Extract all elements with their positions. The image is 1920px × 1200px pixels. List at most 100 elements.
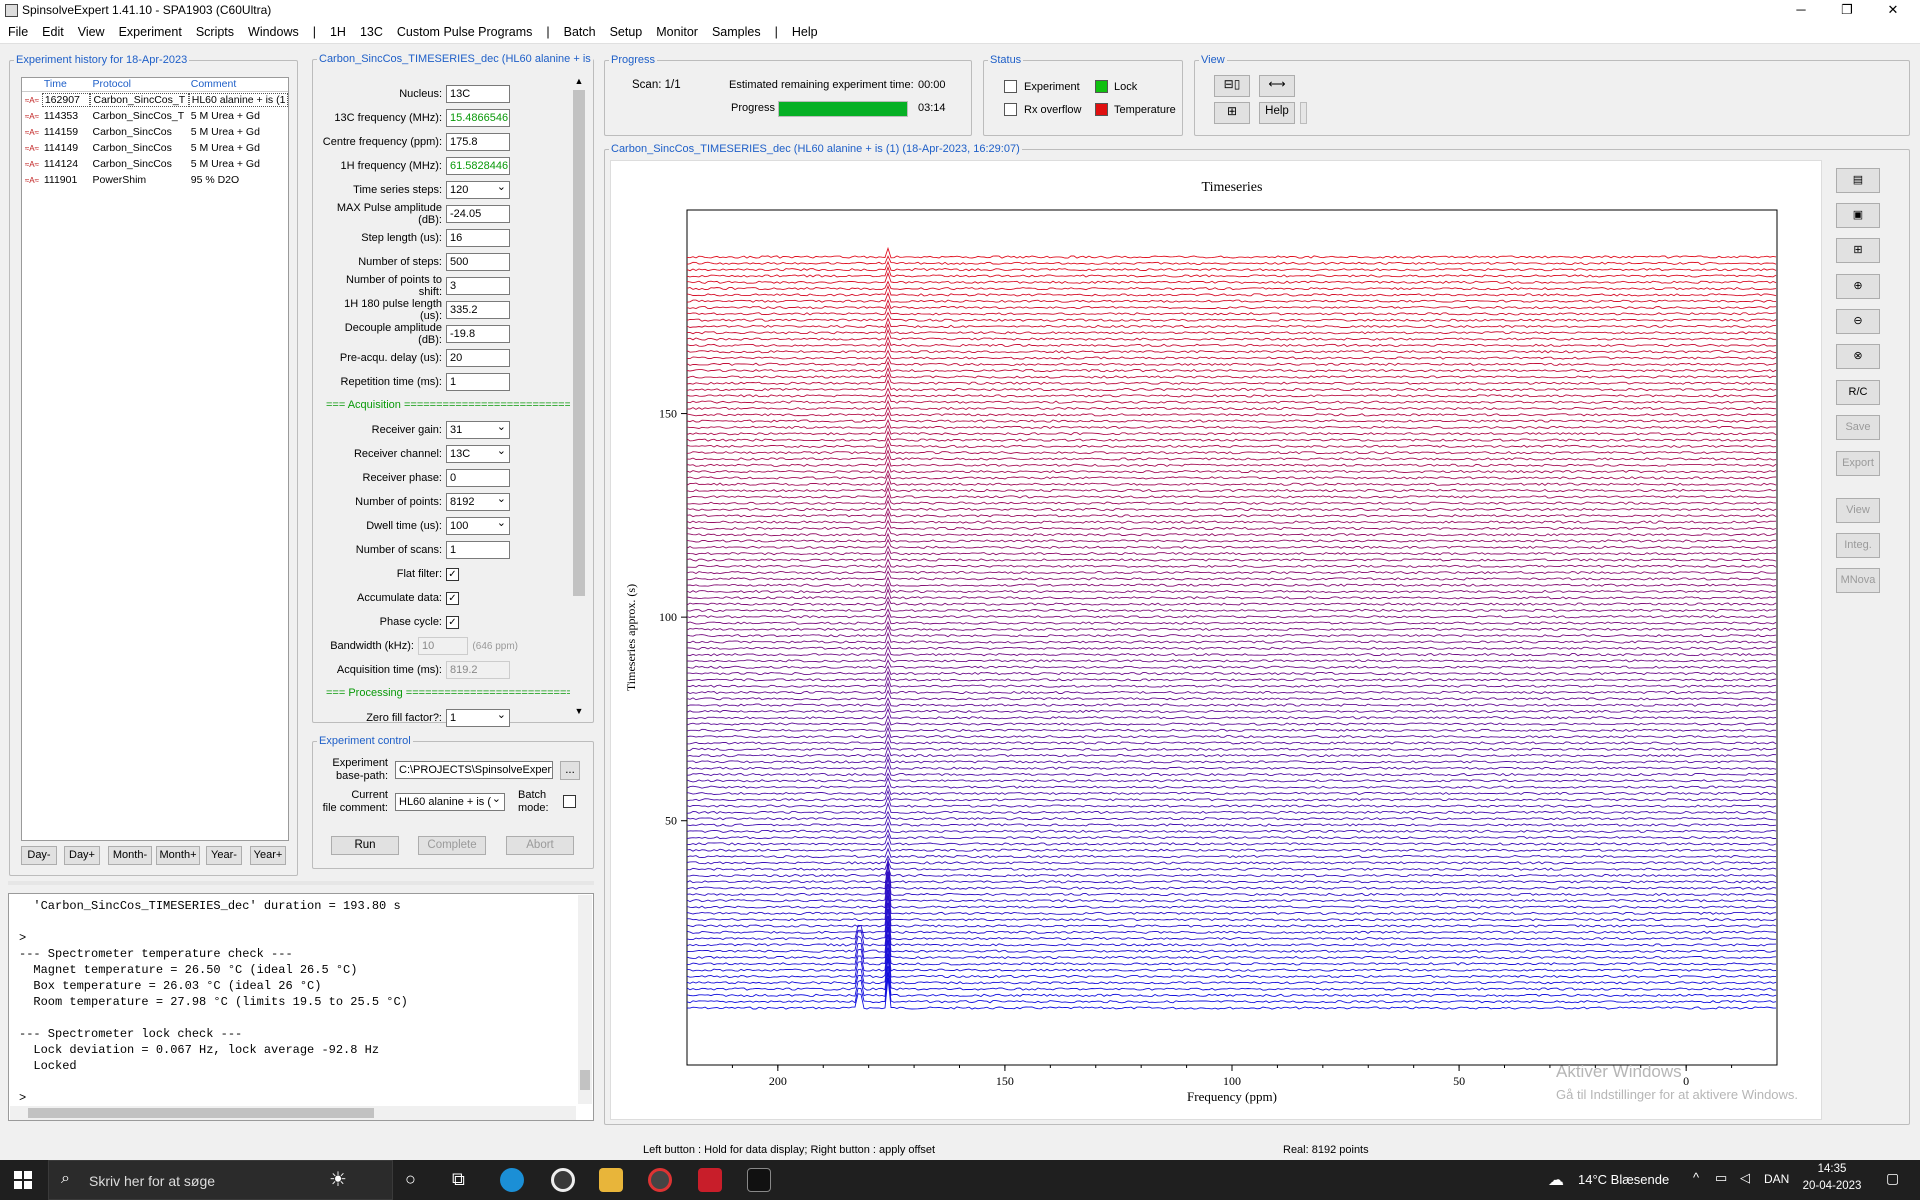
zoom-in-icon[interactable]: ⊕ (1836, 274, 1880, 299)
basepath-input[interactable]: C:\PROJECTS\SpinsolveExpert (395, 761, 553, 779)
history-row[interactable]: ≈A≈ 114159 Carbon_SincCos 5 M Urea + Gd (22, 124, 288, 140)
menu-monitor[interactable]: Monitor (656, 25, 698, 39)
param-input[interactable]: 13C (446, 85, 510, 103)
frame-icon[interactable]: ▣ (1836, 203, 1880, 228)
param-select[interactable]: 120 (446, 179, 510, 199)
param-input[interactable]: -19.8 (446, 325, 510, 343)
year-minus-button[interactable]: Year- (206, 846, 242, 865)
language-indicator[interactable]: DAN (1764, 1172, 1789, 1186)
menu-1h[interactable]: 1H (330, 25, 346, 39)
network-icon[interactable]: ▭ (1715, 1170, 1727, 1186)
console-vscroll-thumb[interactable] (580, 1070, 590, 1090)
param-select[interactable]: 8192 (446, 491, 510, 511)
scroll-down-icon[interactable]: ▼ (572, 706, 586, 718)
param-input[interactable]: 20 (446, 349, 510, 367)
expand-horizontal-icon[interactable]: ⟷ (1259, 75, 1295, 97)
menu-edit[interactable]: Edit (42, 25, 64, 39)
splitter[interactable] (8, 881, 594, 885)
menu-scripts[interactable]: Scripts (196, 25, 234, 39)
history-row[interactable]: ≈A≈ 114353 Carbon_SincCos_T 5 M Urea + Gd (22, 108, 288, 124)
terminal-icon[interactable] (747, 1168, 771, 1192)
windows-start-icon[interactable] (14, 1171, 32, 1189)
history-row[interactable]: ≈A≈ 114149 Carbon_SincCos 5 M Urea + Gd (22, 140, 288, 156)
run-button[interactable]: Run (331, 836, 399, 855)
param-input[interactable]: 0 (446, 469, 510, 487)
console-output[interactable]: 'Carbon_SincCos_TIMESERIES_dec' duration… (8, 893, 594, 1121)
param-input[interactable]: -24.05 (446, 205, 510, 223)
task-view-icon[interactable]: ⧉ (452, 1169, 465, 1190)
browse-button[interactable]: ... (560, 761, 580, 780)
view-button[interactable]: View (1836, 498, 1880, 523)
param-checkbox[interactable]: ✓ (446, 615, 459, 629)
year-plus-button[interactable]: Year+ (250, 846, 286, 865)
history-row[interactable]: ≈A≈ 162907 Carbon_SincCos_T HL60 alanine + … (22, 92, 288, 108)
menu-custom-pulse-programs[interactable]: Custom Pulse Programs (397, 25, 532, 39)
taskbar-search[interactable]: ⌕ Skriv her for at søge ☀ (48, 1160, 393, 1200)
zoom-out-icon[interactable]: ⊖ (1836, 309, 1880, 334)
menu-13c[interactable]: 13C (360, 25, 383, 39)
col-comment[interactable]: Comment (189, 78, 288, 91)
param-input[interactable]: 16 (446, 229, 510, 247)
param-input[interactable]: 175.8 (446, 133, 510, 151)
param-select[interactable]: 13C (446, 443, 510, 463)
col-time[interactable]: Time (42, 78, 91, 91)
param-select[interactable]: 31 (446, 419, 510, 439)
help-button[interactable]: Help (1259, 102, 1295, 124)
menu-view[interactable]: View (78, 25, 105, 39)
console-vscroll[interactable] (578, 895, 592, 1104)
menu-batch[interactable]: Batch (564, 25, 596, 39)
param-input[interactable]: 335.2 (446, 301, 510, 319)
menu-setup[interactable]: Setup (610, 25, 643, 39)
mnova-button[interactable]: MNova (1836, 568, 1880, 593)
param-checkbox[interactable]: ✓ (446, 567, 459, 581)
menu-file[interactable]: File (8, 25, 28, 39)
month-minus-button[interactable]: Month- (108, 846, 152, 865)
zoom-reset-icon[interactable]: ⊗ (1836, 344, 1880, 369)
history-row[interactable]: ≈A≈ 114124 Carbon_SincCos 5 M Urea + Gd (22, 156, 288, 172)
tray-chevron-icon[interactable]: ^ (1693, 1170, 1699, 1185)
clock-date[interactable]: 20-04-2023 (1796, 1180, 1868, 1192)
day-plus-button[interactable]: Day+ (64, 846, 100, 865)
tile-view-icon[interactable]: ⊞ (1214, 102, 1250, 124)
batch-mode-checkbox[interactable] (563, 795, 576, 808)
month-plus-button[interactable]: Month+ (156, 846, 200, 865)
param-checkbox[interactable]: ✓ (446, 591, 459, 605)
notification-icon[interactable]: ▢ (1886, 1170, 1899, 1187)
export-button[interactable]: Export (1836, 451, 1880, 476)
integ-button[interactable]: Integ. (1836, 533, 1880, 558)
cortana-icon[interactable]: ○ (405, 1169, 416, 1190)
timeseries-chart[interactable]: Timeseries Frequency (ppm) Timeseries appr… (611, 161, 1823, 1121)
day-minus-button[interactable]: Day- (21, 846, 57, 865)
view-slider[interactable] (1300, 102, 1307, 124)
param-select[interactable]: 1 (446, 707, 510, 727)
matlab-icon[interactable] (698, 1168, 722, 1192)
history-row[interactable]: ≈A≈ 111901 PowerShim 95 % D2O (22, 172, 288, 188)
scroll-up-icon[interactable]: ▲ (572, 76, 586, 88)
edge-icon[interactable] (500, 1168, 524, 1192)
console-hscroll-thumb[interactable] (28, 1108, 374, 1118)
plot-area[interactable]: Timeseries Frequency (ppm) Timeseries appr… (610, 160, 1822, 1120)
clock-time[interactable]: 14:35 (1800, 1163, 1864, 1175)
close-icon[interactable]: ✕ (1870, 0, 1916, 21)
col-protocol[interactable]: Protocol (90, 78, 188, 91)
minimize-icon[interactable]: ─ (1778, 0, 1824, 21)
menu-help[interactable]: Help (792, 25, 818, 39)
param-input[interactable]: 3 (446, 277, 510, 295)
restore-icon[interactable]: ❐ (1824, 0, 1870, 21)
menu-samples[interactable]: Samples (712, 25, 761, 39)
comment-select[interactable]: HL60 alanine + is ( (395, 791, 505, 811)
param-input[interactable]: 1 (446, 541, 510, 559)
rc-button[interactable]: R/C (1836, 380, 1880, 405)
spinsolve-icon[interactable] (648, 1168, 672, 1192)
fit-view-icon[interactable]: ⊟▯ (1214, 75, 1250, 97)
file-explorer-icon[interactable] (599, 1168, 623, 1192)
menu-windows[interactable]: Windows (248, 25, 299, 39)
params-scrollbar[interactable]: ▲ ▼ (572, 76, 586, 720)
param-input[interactable]: 1 (446, 373, 510, 391)
param-select[interactable]: 100 (446, 515, 510, 535)
volume-icon[interactable]: ◁ (1740, 1170, 1750, 1186)
param-input[interactable]: 500 (446, 253, 510, 271)
complete-button[interactable]: Complete (418, 836, 486, 855)
menu-experiment[interactable]: Experiment (119, 25, 182, 39)
save-button[interactable]: Save (1836, 415, 1880, 440)
